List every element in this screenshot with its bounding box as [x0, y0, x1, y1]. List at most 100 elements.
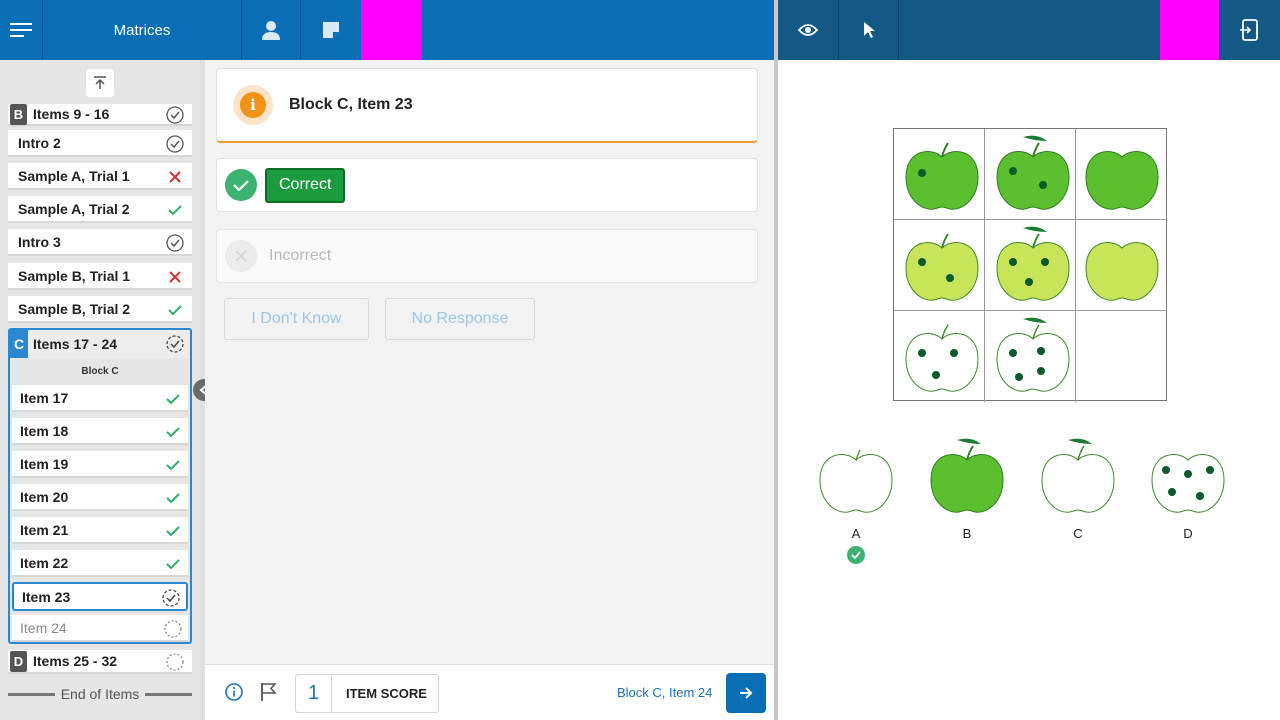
sidebar-item-24[interactable]: Item 24: [12, 615, 188, 642]
next-item-button[interactable]: [726, 673, 766, 713]
x-circle-icon: [225, 240, 257, 272]
block-letter: C: [10, 330, 28, 358]
sidebar-item-label: Item 19: [20, 455, 69, 472]
block-c-header[interactable]: C Items 17 - 24: [10, 330, 190, 358]
sidebar-item-label: Items 25 - 32: [33, 653, 118, 669]
scroll-top-button[interactable]: [86, 69, 114, 97]
sidebar-item-label: Items 9 - 16: [33, 106, 110, 122]
selected-check-icon: [847, 546, 865, 564]
matrix-cell: [1076, 220, 1167, 311]
next-item-label: Block C, Item 24: [617, 685, 713, 700]
sidebar-item-label: Item 18: [20, 422, 69, 439]
item-score-box: 1 ITEM SCORE: [295, 674, 439, 713]
block-letter: B: [10, 103, 27, 125]
sidebar: B Items 9 - 16 Intro 2 Sample A, Trial 1…: [0, 60, 200, 720]
flag-icon: [261, 683, 277, 701]
check-icon: [164, 489, 182, 507]
info-button[interactable]: [225, 683, 243, 706]
sidebar-item-sample-b-trial-1[interactable]: Sample B, Trial 1: [8, 263, 192, 290]
info-icon: i: [240, 92, 266, 118]
matrix-cell: [894, 220, 985, 311]
sidebar-item-label: Item 17: [20, 389, 69, 406]
sidebar-item-intro-3[interactable]: Intro 3: [8, 229, 192, 256]
option-c[interactable]: [1038, 432, 1118, 522]
cast-button[interactable]: [1219, 0, 1280, 60]
sidebar-item-23[interactable]: Item 23: [12, 582, 188, 611]
sidebar-item-label: Sample A, Trial 2: [18, 200, 130, 217]
apple-image: [930, 438, 1004, 513]
option-a[interactable]: [816, 432, 896, 522]
sidebar-item-19[interactable]: Item 19: [12, 451, 188, 478]
sidebar-item-sample-a-trial-1[interactable]: Sample A, Trial 1: [8, 163, 192, 190]
arrow-right-icon: [740, 687, 753, 699]
item-title: Block C, Item 23: [289, 96, 413, 113]
sidebar-item-21[interactable]: Item 21: [12, 517, 188, 544]
correct-button[interactable]: Correct: [265, 167, 346, 203]
sidebar-block-d[interactable]: D Items 25 - 32: [8, 650, 192, 674]
sidebar-item-intro-2[interactable]: Intro 2: [8, 130, 192, 157]
sidebar-item-label: Item 22: [20, 554, 69, 571]
info-circle-icon: [225, 683, 243, 701]
x-icon: [166, 268, 184, 286]
sidebar-item-sample-b-trial-2[interactable]: Sample B, Trial 2: [8, 296, 192, 323]
scoring-panel: i Block C, Item 23 Correct Incorrect I D…: [205, 60, 774, 664]
sidebar-item-label: Item 23: [22, 588, 71, 605]
no-response-button[interactable]: No Response: [385, 298, 535, 340]
sidebar-item-22[interactable]: Item 22: [12, 550, 188, 577]
sidebar-item-label: Item 24: [20, 619, 67, 636]
circle-check-icon: [166, 135, 184, 153]
matrix-cell: [894, 311, 985, 402]
incorrect-label: Incorrect: [269, 247, 332, 264]
stimulus-top-bar: [778, 0, 1280, 60]
notes-button[interactable]: [301, 0, 361, 60]
check-circle-icon: [225, 169, 257, 201]
flag-button[interactable]: [260, 682, 278, 707]
apple-image: [905, 142, 979, 210]
sidebar-item-20[interactable]: Item 20: [12, 484, 188, 511]
option-d[interactable]: [1148, 432, 1228, 522]
matrix-cell: [1076, 129, 1167, 220]
block-c-label: Items 17 - 24: [33, 336, 118, 352]
correct-response-row[interactable]: Correct: [216, 158, 758, 212]
block-letter: D: [10, 650, 27, 672]
pointer-button[interactable]: [839, 0, 898, 60]
sidebar-block-b[interactable]: B Items 9 - 16: [8, 103, 192, 126]
eye-icon: [798, 24, 818, 36]
block-c-subtitle: Block C: [81, 366, 119, 377]
sidebar-item-18[interactable]: Item 18: [12, 418, 188, 445]
dashed-circle-icon: [166, 653, 184, 671]
magenta-block-right: [1160, 0, 1219, 60]
option-b-label: B: [962, 526, 972, 541]
sidebar-item-label: Item 21: [20, 521, 69, 538]
option-c-label: C: [1073, 526, 1083, 541]
x-icon: [166, 168, 184, 186]
cursor-icon: [863, 22, 875, 38]
dashed-check-icon: [166, 335, 184, 356]
end-of-items: End of Items: [8, 686, 192, 702]
tablet-icon: [1239, 19, 1258, 41]
item-header-card: i Block C, Item 23: [216, 68, 758, 143]
sidebar-item-label: Intro 2: [18, 134, 61, 151]
sidebar-item-17[interactable]: Item 17: [12, 385, 188, 412]
check-icon: [164, 522, 182, 540]
examinee-button[interactable]: [242, 0, 300, 60]
preview-button[interactable]: [778, 0, 838, 60]
sidebar-item-label: Intro 3: [18, 233, 61, 250]
sidebar-item-sample-a-trial-2[interactable]: Sample A, Trial 2: [8, 196, 192, 223]
matrix-cell: [985, 311, 1076, 402]
apple-image: [1041, 438, 1115, 513]
option-a-label: A: [851, 526, 861, 541]
dont-know-button[interactable]: I Don't Know: [224, 298, 369, 340]
matrix-grid: [893, 128, 1167, 402]
circle-check-icon: [166, 234, 184, 252]
apple-image: [996, 226, 1070, 301]
circle-check-icon: [166, 106, 184, 124]
option-b[interactable]: [927, 432, 1007, 522]
apple-image: [905, 233, 979, 301]
magenta-block: [361, 0, 422, 60]
apple-image: [996, 317, 1070, 392]
matrix-cell-empty: [1076, 311, 1167, 402]
sidebar-block-c: C Items 17 - 24 Block C Item 17 Item 18 …: [8, 328, 192, 644]
incorrect-response-row[interactable]: Incorrect: [216, 229, 758, 283]
menu-button[interactable]: [0, 0, 42, 60]
